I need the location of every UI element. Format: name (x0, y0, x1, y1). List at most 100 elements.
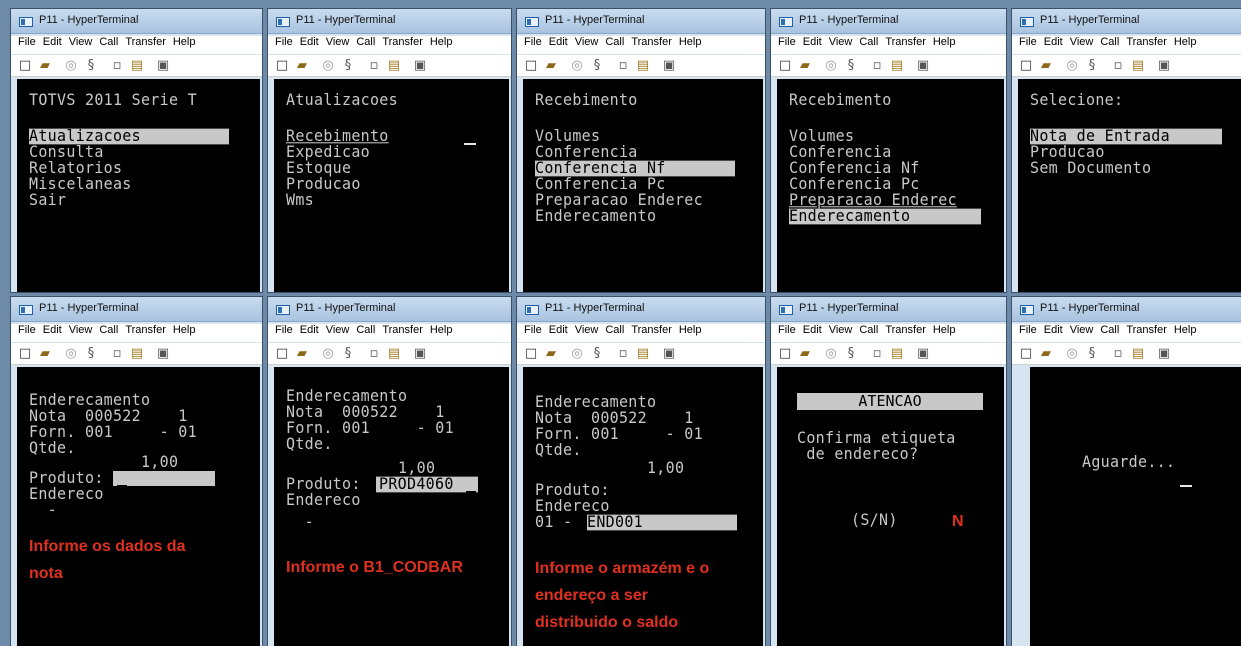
menu-view[interactable]: View (829, 324, 853, 336)
properties-icon[interactable]: ▣ (1156, 346, 1172, 361)
call-icon[interactable]: § (83, 58, 99, 73)
disconnect-icon[interactable]: ◎ (1064, 346, 1080, 361)
terminal-screen[interactable]: Enderecamento Nota 000522 1 Forn. 001 - … (17, 367, 260, 646)
call-icon[interactable]: § (83, 346, 99, 361)
menu-view[interactable]: View (575, 324, 599, 336)
new-file-icon[interactable]: □ (1018, 58, 1034, 73)
menu-edit[interactable]: Edit (1044, 36, 1063, 48)
new-file-icon[interactable]: □ (523, 58, 539, 73)
new-file-icon[interactable]: □ (777, 346, 793, 361)
open-folder-icon[interactable]: ▰ (37, 58, 53, 73)
menu-help[interactable]: Help (1174, 324, 1197, 336)
open-folder-icon[interactable]: ▰ (1038, 58, 1054, 73)
menu-help[interactable]: Help (1174, 36, 1197, 48)
call-icon[interactable]: § (843, 58, 859, 73)
new-file-icon[interactable]: □ (17, 346, 33, 361)
receive-icon[interactable]: ▤ (889, 58, 905, 73)
new-file-icon[interactable]: □ (1018, 346, 1034, 361)
new-file-icon[interactable]: □ (274, 346, 290, 361)
send-icon[interactable]: ▫ (366, 346, 382, 361)
new-file-icon[interactable]: □ (17, 58, 33, 73)
menu-help[interactable]: Help (933, 36, 956, 48)
new-file-icon[interactable]: □ (274, 58, 290, 73)
product-input[interactable]: PROD4060 (376, 476, 478, 493)
menu-call[interactable]: Call (605, 324, 624, 336)
product-input[interactable] (113, 471, 215, 486)
menu-file[interactable]: File (778, 36, 796, 48)
address-input[interactable]: END001 (587, 514, 737, 531)
receive-icon[interactable]: ▤ (129, 58, 145, 73)
menu-help[interactable]: Help (933, 324, 956, 336)
open-folder-icon[interactable]: ▰ (797, 58, 813, 73)
menu-help[interactable]: Help (679, 36, 702, 48)
disconnect-icon[interactable]: ◎ (823, 346, 839, 361)
menu-file[interactable]: File (1019, 36, 1037, 48)
call-icon[interactable]: § (1084, 346, 1100, 361)
menu-view[interactable]: View (829, 36, 853, 48)
properties-icon[interactable]: ▣ (661, 346, 677, 361)
properties-icon[interactable]: ▣ (915, 58, 931, 73)
menu-call[interactable]: Call (356, 324, 375, 336)
menu-call[interactable]: Call (859, 36, 878, 48)
menu-view[interactable]: View (1070, 36, 1094, 48)
terminal-screen[interactable]: Enderecamento Nota 000522 1 Forn. 001 - … (523, 367, 763, 646)
send-icon[interactable]: ▫ (109, 58, 125, 73)
properties-icon[interactable]: ▣ (661, 58, 677, 73)
open-folder-icon[interactable]: ▰ (543, 58, 559, 73)
properties-icon[interactable]: ▣ (412, 58, 428, 73)
disconnect-icon[interactable]: ◎ (823, 58, 839, 73)
disconnect-icon[interactable]: ◎ (569, 58, 585, 73)
terminal-screen[interactable]: Recebimento Volumes Conferencia Conferen… (777, 79, 1004, 292)
receive-icon[interactable]: ▤ (386, 346, 402, 361)
call-icon[interactable]: § (589, 58, 605, 73)
menu-edit[interactable]: Edit (803, 324, 822, 336)
menu-transfer[interactable]: Transfer (885, 36, 926, 48)
selected-menu-item[interactable]: Enderecamento (789, 208, 981, 225)
menu-file[interactable]: File (275, 36, 293, 48)
menu-view[interactable]: View (1070, 324, 1094, 336)
menu-help[interactable]: Help (430, 36, 453, 48)
open-folder-icon[interactable]: ▰ (1038, 346, 1054, 361)
menu-help[interactable]: Help (430, 324, 453, 336)
menu-call[interactable]: Call (859, 324, 878, 336)
call-icon[interactable]: § (340, 346, 356, 361)
send-icon[interactable]: ▫ (366, 58, 382, 73)
terminal-screen[interactable]: ATENCAO Confirma etiqueta de endereco? (… (777, 367, 1004, 646)
menu-view[interactable]: View (326, 36, 350, 48)
menu-file[interactable]: File (1019, 324, 1037, 336)
send-icon[interactable]: ▫ (869, 346, 885, 361)
menu-transfer[interactable]: Transfer (382, 36, 423, 48)
new-file-icon[interactable]: □ (523, 346, 539, 361)
properties-icon[interactable]: ▣ (155, 58, 171, 73)
receive-icon[interactable]: ▤ (129, 346, 145, 361)
open-folder-icon[interactable]: ▰ (294, 58, 310, 73)
terminal-screen[interactable]: Selecione: Nota de Entrada Producao Sem … (1018, 79, 1241, 292)
receive-icon[interactable]: ▤ (635, 58, 651, 73)
disconnect-icon[interactable]: ◎ (320, 58, 336, 73)
open-folder-icon[interactable]: ▰ (543, 346, 559, 361)
receive-icon[interactable]: ▤ (635, 346, 651, 361)
menu-help[interactable]: Help (679, 324, 702, 336)
menu-call[interactable]: Call (1100, 36, 1119, 48)
send-icon[interactable]: ▫ (109, 346, 125, 361)
receive-icon[interactable]: ▤ (1130, 346, 1146, 361)
send-icon[interactable]: ▫ (1110, 346, 1126, 361)
menu-file[interactable]: File (524, 36, 542, 48)
menu-file[interactable]: File (275, 324, 293, 336)
new-file-icon[interactable]: □ (777, 58, 793, 73)
terminal-screen[interactable]: Recebimento Volumes Conferencia Conferen… (523, 79, 763, 292)
send-icon[interactable]: ▫ (1110, 58, 1126, 73)
receive-icon[interactable]: ▤ (889, 346, 905, 361)
menu-file[interactable]: File (18, 36, 36, 48)
menu-edit[interactable]: Edit (43, 324, 62, 336)
menu-transfer[interactable]: Transfer (631, 324, 672, 336)
menu-transfer[interactable]: Transfer (382, 324, 423, 336)
open-folder-icon[interactable]: ▰ (797, 346, 813, 361)
menu-help[interactable]: Help (173, 36, 196, 48)
properties-icon[interactable]: ▣ (1156, 58, 1172, 73)
menu-file[interactable]: File (524, 324, 542, 336)
terminal-screen[interactable]: Enderecamento Nota 000522 1 Forn. 001 - … (274, 367, 509, 646)
menu-view[interactable]: View (69, 36, 93, 48)
menu-transfer[interactable]: Transfer (885, 324, 926, 336)
menu-view[interactable]: View (326, 324, 350, 336)
